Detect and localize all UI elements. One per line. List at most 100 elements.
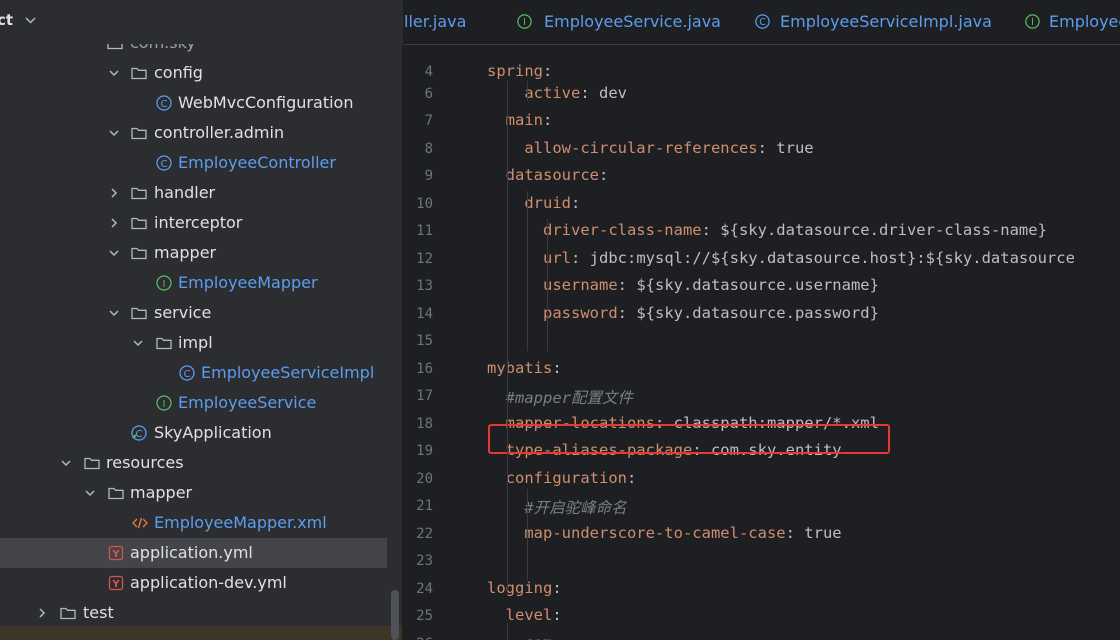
tree-bottom-item[interactable]	[0, 626, 403, 640]
yaml-key: spring	[487, 62, 543, 80]
yaml-value: :	[552, 579, 562, 597]
project-tool-window: ct com.skyconfigCWebMvcConfigurationcont…	[0, 0, 403, 640]
line-number: 10	[416, 196, 433, 212]
svg-text:I: I	[523, 17, 526, 28]
line-number: 4	[424, 64, 433, 80]
editor-tab-label: EmployeeServiceImpl.java	[780, 12, 992, 31]
tree-item[interactable]: impl	[0, 328, 403, 358]
tree-item-label: impl	[178, 333, 213, 352]
folder-icon	[131, 127, 147, 140]
line-number: 13	[416, 278, 433, 294]
line-number: 21	[416, 498, 433, 514]
chevron-right-icon[interactable]	[108, 187, 120, 199]
code-line[interactable]: active: dev	[487, 84, 627, 102]
code-line[interactable]: datasource:	[487, 166, 609, 184]
tree-item-label: EmployeeService	[178, 393, 317, 412]
code-line[interactable]: configuration:	[487, 469, 637, 487]
indent-guide	[527, 191, 528, 351]
editor-tab-label: ller.java	[404, 12, 467, 31]
tree-scrollbar[interactable]	[391, 590, 399, 640]
code-line[interactable]: spring:	[487, 62, 552, 80]
tree-item[interactable]: mapper	[0, 238, 403, 268]
code-line[interactable]: com:	[487, 634, 561, 640]
tree-item-label: test	[83, 603, 114, 622]
code-line[interactable]: druid:	[487, 194, 580, 212]
line-number: 15	[416, 333, 433, 349]
xml-file-icon	[132, 517, 148, 529]
code-line[interactable]: url: jdbc:mysql://${sky.datasource.host}…	[487, 249, 1075, 267]
yaml-key: url	[487, 249, 571, 267]
code-line[interactable]: mybatis:	[487, 359, 562, 377]
tree-item[interactable]: C SkyApplication	[0, 418, 403, 448]
interface-icon: I	[156, 275, 172, 291]
yaml-value: :	[626, 469, 637, 487]
chevron-down-icon[interactable]	[24, 14, 37, 27]
tree-item[interactable]: interceptor	[0, 208, 403, 238]
folder-icon	[131, 307, 147, 320]
code-line[interactable]: map-underscore-to-camel-case: true	[487, 524, 841, 542]
tree-item-label: EmployeeController	[178, 153, 336, 172]
splitter[interactable]	[402, 0, 403, 640]
code-line[interactable]: driver-class-name: ${sky.datasource.driv…	[487, 221, 1047, 239]
chevron-right-icon[interactable]	[108, 217, 120, 229]
line-number: 19	[416, 443, 433, 459]
tree-item[interactable]: service	[0, 298, 403, 328]
tree-item[interactable]: Yapplication.yml	[0, 538, 387, 568]
tree-item-label: EmployeeMapper.xml	[154, 513, 327, 532]
indent-guide	[507, 623, 508, 640]
tree-item[interactable]: mapper	[0, 478, 403, 508]
code-line[interactable]: password: ${sky.datasource.password}	[487, 304, 879, 322]
line-number: 24	[416, 581, 433, 597]
tree-item-label: resources	[106, 453, 184, 472]
chevron-down-icon[interactable]	[84, 487, 96, 499]
svg-text:Y: Y	[111, 579, 120, 590]
yaml-value: :	[552, 359, 562, 377]
tree-item[interactable]: I EmployeeService	[0, 388, 403, 418]
chevron-right-icon[interactable]	[36, 607, 48, 619]
chevron-down-icon[interactable]	[60, 457, 72, 469]
line-number: 17	[416, 388, 433, 404]
indent-guide	[527, 489, 528, 581]
yaml-key: map-underscore-to-camel-case	[487, 524, 786, 542]
tree-item[interactable]: Yapplication-dev.yml	[0, 568, 403, 598]
tree-item[interactable]: test	[0, 598, 403, 628]
tree-item[interactable]: config	[0, 58, 403, 88]
chevron-down-icon[interactable]	[108, 307, 120, 319]
folder-icon	[131, 187, 147, 200]
tree-item-label: EmployeeServiceImpl	[201, 363, 375, 382]
tree-item[interactable]: C EmployeeServiceImpl	[0, 358, 403, 388]
tree-item[interactable]: resources	[0, 448, 403, 478]
code-line[interactable]: #mapper配置文件	[487, 386, 633, 408]
tree-item[interactable]: handler	[0, 178, 403, 208]
editor-tabs: ller.java I EmployeeService.java C EmployeeS…	[404, 0, 1120, 45]
tree-item[interactable]: EmployeeMapper.xml	[0, 508, 403, 538]
tree-item-label: application.yml	[130, 543, 253, 562]
line-number: 8	[424, 141, 433, 157]
yaml-value: :	[552, 606, 562, 624]
chevron-down-icon[interactable]	[108, 127, 120, 139]
yaml-key: logging	[487, 579, 553, 597]
yaml-editor[interactable]: 467891011121314151617181920212223242526 …	[404, 45, 1120, 640]
tree-item-label: controller.admin	[154, 123, 285, 142]
tree-item[interactable]: C WebMvcConfiguration	[0, 88, 403, 118]
tree-item[interactable]: I EmployeeMapper	[0, 268, 403, 298]
folder-icon	[131, 217, 147, 230]
chevron-down-icon[interactable]	[108, 247, 120, 259]
code-line[interactable]: level:	[487, 606, 562, 624]
tree-item-label: config	[154, 63, 203, 82]
svg-text:C: C	[161, 159, 168, 170]
line-number: 9	[424, 168, 433, 184]
code-line[interactable]: username: ${sky.datasource.username}	[487, 276, 879, 294]
chevron-down-icon[interactable]	[132, 337, 144, 349]
project-title[interactable]: ct	[0, 11, 13, 29]
yaml-key: allow-circular-references	[487, 139, 758, 157]
chevron-down-icon[interactable]	[108, 67, 120, 79]
line-number: 7	[424, 113, 433, 129]
yaml-value: : ${sky.datasource.driver-class-name}	[701, 221, 1047, 239]
code-line[interactable]: allow-circular-references: true	[487, 139, 813, 157]
code-line[interactable]: main:	[487, 111, 553, 129]
tree-item-label: EmployeeMapper	[178, 273, 318, 292]
code-line[interactable]: logging:	[487, 579, 562, 597]
tree-item[interactable]: controller.admin	[0, 118, 403, 148]
tree-item[interactable]: C EmployeeController	[0, 148, 403, 178]
